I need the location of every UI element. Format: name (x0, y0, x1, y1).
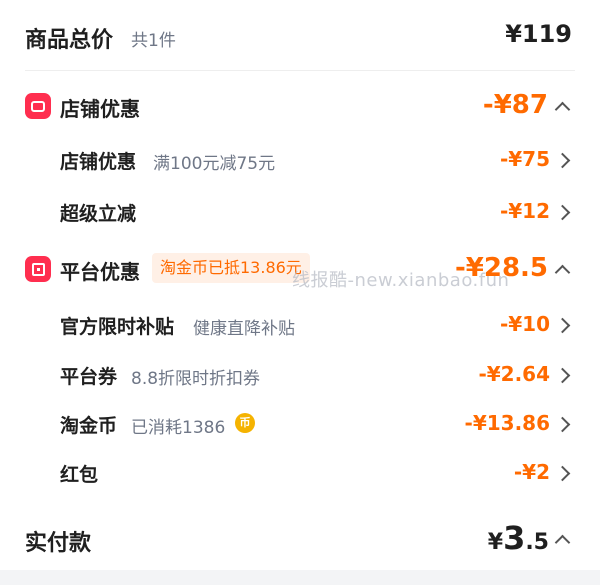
item-note: 已消耗1386 (131, 418, 226, 438)
total-int: 3 (503, 519, 526, 557)
item-label: 红包 (60, 464, 99, 486)
coin-deduction-tag: 淘金币已抵13.86元 (152, 253, 310, 283)
watermark: 线报酷-new.xianbao.fun (292, 270, 510, 291)
chevron-up-icon[interactable] (554, 101, 571, 118)
item-amount: -¥10 (499, 312, 550, 336)
chevron-right-icon[interactable] (554, 465, 571, 482)
platform-icon (25, 256, 51, 282)
total-dec: .5 (525, 530, 549, 555)
item-count: 共1件 (131, 31, 176, 51)
item-amount: -¥2.64 (478, 362, 550, 386)
item-label: 淘金币 (60, 415, 118, 437)
list-item-super-cut[interactable]: 超级立减 -¥12 (0, 192, 600, 228)
store-discount-amount: -¥87 (482, 90, 548, 120)
chevron-right-icon[interactable] (554, 416, 571, 433)
divider (25, 70, 575, 71)
item-label: 超级立减 (60, 203, 137, 225)
coin-icon: 币 (235, 413, 255, 433)
total-label: 实付款 (25, 531, 92, 556)
summary-title: 商品总价 (25, 28, 114, 53)
chevron-up-icon[interactable] (554, 264, 571, 281)
store-discount-title: 店铺优惠 (60, 97, 140, 121)
platform-discount-title: 平台优惠 (60, 260, 140, 284)
total-amount: ¥3.5 (488, 519, 549, 557)
list-item-red-packet[interactable]: 红包 -¥2 (0, 453, 600, 489)
item-amount: -¥12 (499, 199, 550, 223)
store-icon (25, 93, 51, 119)
list-item-taojinbi[interactable]: 淘金币 已消耗1386 币 -¥13.86 (0, 404, 600, 440)
list-item-platform-coupon[interactable]: 平台券 8.8折限时折扣券 -¥2.64 (0, 355, 600, 391)
bottom-bar (0, 570, 600, 585)
item-note: 满100元减75元 (153, 154, 276, 174)
chevron-right-icon[interactable] (554, 204, 571, 221)
chevron-up-icon[interactable] (554, 534, 571, 551)
chevron-right-icon[interactable] (554, 367, 571, 384)
item-label: 店铺优惠 (60, 151, 137, 173)
total-row[interactable]: 实付款 ¥3.5 (0, 515, 600, 565)
item-note: 健康直降补贴 (193, 319, 295, 339)
item-label: 平台券 (60, 366, 118, 388)
item-amount: -¥75 (499, 147, 550, 171)
item-amount: -¥13.86 (464, 411, 550, 435)
store-discount-header[interactable]: 店铺优惠 -¥87 (0, 85, 600, 125)
list-item-official-subsidy[interactable]: 官方限时补贴 健康直降补贴 -¥10 (0, 305, 600, 341)
item-note: 8.8折限时折扣券 (131, 369, 261, 389)
chevron-right-icon[interactable] (554, 317, 571, 334)
chevron-right-icon[interactable] (554, 152, 571, 169)
item-label: 官方限时补贴 (60, 316, 175, 338)
summary-row: 商品总价 共1件 ¥119 (0, 0, 600, 70)
total-currency: ¥ (487, 530, 504, 555)
total-goods-price: ¥119 (505, 20, 572, 48)
item-amount: -¥2 (513, 460, 550, 484)
list-item-store-offer[interactable]: 店铺优惠 满100元减75元 -¥75 (0, 140, 600, 176)
